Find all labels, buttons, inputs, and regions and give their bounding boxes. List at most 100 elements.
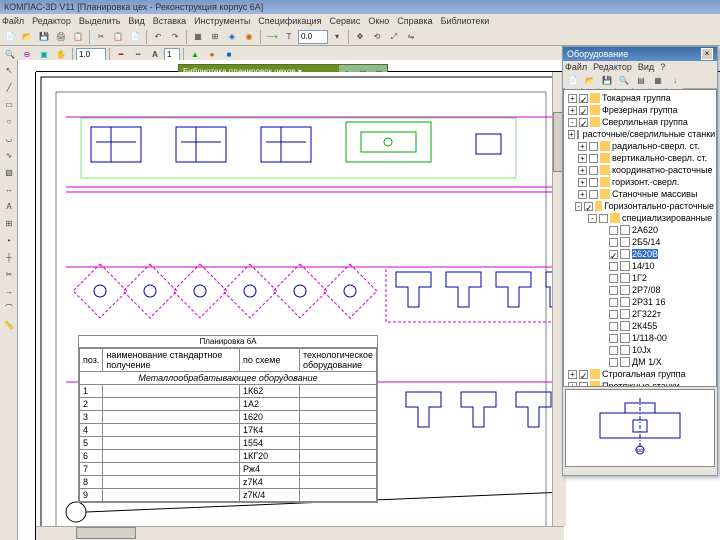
menu-service[interactable]: Сервис xyxy=(330,16,361,26)
expand-icon[interactable]: + xyxy=(578,154,587,163)
checkbox[interactable] xyxy=(589,190,598,199)
tree-item[interactable]: -✓Сверлильная группа xyxy=(566,116,714,128)
checkbox[interactable]: ✓ xyxy=(579,370,588,379)
tree-item[interactable]: 1Г2 xyxy=(566,272,714,284)
tree-item[interactable]: 14/10 xyxy=(566,260,714,272)
expand-icon[interactable]: + xyxy=(578,190,587,199)
checkbox[interactable] xyxy=(609,322,618,331)
expand-icon[interactable]: + xyxy=(578,166,587,175)
tree-item[interactable]: +✓Токарная группа xyxy=(566,92,714,104)
move-icon[interactable]: ✥ xyxy=(352,29,368,45)
eq-menu-file[interactable]: Файл xyxy=(565,62,587,72)
preview-icon[interactable]: 📋 xyxy=(70,29,86,45)
close-icon[interactable]: × xyxy=(701,48,713,60)
tree-item[interactable]: +Станочные массивы xyxy=(566,188,714,200)
new-icon[interactable]: 📄 xyxy=(2,29,18,45)
snap-icon[interactable]: ⊞ xyxy=(207,29,223,45)
eq-menu-edit[interactable]: Редактор xyxy=(593,62,632,72)
hatch-icon[interactable]: ▨ xyxy=(1,164,17,180)
menu-select[interactable]: Выделить xyxy=(79,16,121,26)
spline-icon[interactable]: ∿ xyxy=(1,147,17,163)
checkbox[interactable]: ✓ xyxy=(579,94,588,103)
dim-icon[interactable]: ⟶ xyxy=(264,29,280,45)
expand-icon[interactable]: + xyxy=(568,94,577,103)
checkbox[interactable] xyxy=(589,154,598,163)
menu-insert[interactable]: Вставка xyxy=(153,16,186,26)
menu-window[interactable]: Окно xyxy=(368,16,389,26)
checkbox[interactable] xyxy=(609,358,618,367)
rotate-icon[interactable]: ⟲ xyxy=(369,29,385,45)
expand-icon[interactable]: + xyxy=(578,178,587,187)
dropdown-icon[interactable]: ▾ xyxy=(329,29,345,45)
point-icon[interactable]: • xyxy=(1,232,17,248)
grid-icon[interactable]: ▦ xyxy=(190,29,206,45)
table-row[interactable]: 51554 xyxy=(80,437,377,450)
menu-edit[interactable]: Редактор xyxy=(32,16,71,26)
value-input[interactable] xyxy=(298,30,328,44)
checkbox[interactable] xyxy=(609,226,618,235)
expand-icon[interactable]: - xyxy=(575,202,582,211)
mirror-icon[interactable]: ⇋ xyxy=(403,29,419,45)
axis-icon[interactable]: ┼ xyxy=(1,249,17,265)
layer-icon[interactable]: ◈ xyxy=(224,29,240,45)
table-row[interactable]: 11К62 xyxy=(80,385,377,398)
tree-item[interactable]: -специализированные xyxy=(566,212,714,224)
menu-libs[interactable]: Библиотеки xyxy=(441,16,490,26)
tree-item[interactable]: ✓2620В xyxy=(566,248,714,260)
eq-open-icon[interactable]: 📂 xyxy=(582,73,598,89)
equipment-panel[interactable]: Оборудование × Файл Редактор Вид ? 📄 📂 💾… xyxy=(562,46,718,476)
cut-icon[interactable]: ✂ xyxy=(93,29,109,45)
tree-item[interactable]: 2А620 xyxy=(566,224,714,236)
checkbox[interactable] xyxy=(609,334,618,343)
tree-item[interactable]: +расточные/сверлильные станки xyxy=(566,128,714,140)
tree-item[interactable]: +радиально-сверл. ст. xyxy=(566,140,714,152)
menu-view[interactable]: Вид xyxy=(128,16,144,26)
print-icon[interactable]: 🖨 xyxy=(53,29,69,45)
checkbox[interactable] xyxy=(609,238,618,247)
expand-icon[interactable]: + xyxy=(568,370,577,379)
eq-menu-help[interactable]: ? xyxy=(660,62,665,72)
checkbox[interactable] xyxy=(609,262,618,271)
tree-item[interactable]: 2Р31 16 xyxy=(566,296,714,308)
checkbox[interactable] xyxy=(609,298,618,307)
menu-spec[interactable]: Спецификация xyxy=(258,16,321,26)
eq-find-icon[interactable]: 🔍 xyxy=(616,73,632,89)
menu-file[interactable]: Файл xyxy=(2,16,24,26)
eq-insert-icon[interactable]: ↓ xyxy=(667,73,683,89)
paste-icon[interactable]: 📄 xyxy=(127,29,143,45)
line-icon[interactable]: ╱ xyxy=(1,79,17,95)
table-row[interactable]: 31620 xyxy=(80,411,377,424)
tree-item[interactable]: +координатно-расточные xyxy=(566,164,714,176)
table-row[interactable]: 7Рж4 xyxy=(80,463,377,476)
tree-item[interactable]: +✓Фрезерная группа xyxy=(566,104,714,116)
rect-icon[interactable]: ▭ xyxy=(1,96,17,112)
eq-view2-icon[interactable]: ▦ xyxy=(650,73,666,89)
expand-icon[interactable]: - xyxy=(588,214,597,223)
eq-menu-view[interactable]: Вид xyxy=(638,62,654,72)
text-icon[interactable]: T xyxy=(281,29,297,45)
menu-help[interactable]: Справка xyxy=(397,16,432,26)
trim-icon[interactable]: ✂ xyxy=(1,266,17,282)
menu-tools[interactable]: Инструменты xyxy=(194,16,250,26)
fillet-icon[interactable]: ⌒ xyxy=(1,300,17,316)
eq-view1-icon[interactable]: ▤ xyxy=(633,73,649,89)
expand-icon[interactable]: - xyxy=(568,118,577,127)
tree-item[interactable]: +Протяжные станки xyxy=(566,380,714,387)
checkbox[interactable]: ✓ xyxy=(579,106,588,115)
tree-item[interactable]: +вертикально-сверл. ст. xyxy=(566,152,714,164)
checkbox[interactable] xyxy=(609,346,618,355)
table-row[interactable]: 61КГ20 xyxy=(80,450,377,463)
checkbox[interactable] xyxy=(589,178,598,187)
undo-icon[interactable]: ↶ xyxy=(150,29,166,45)
table-row[interactable]: 9z7К/4 xyxy=(80,489,377,502)
checkbox[interactable] xyxy=(609,286,618,295)
open-icon[interactable]: 📂 xyxy=(19,29,35,45)
checkbox[interactable] xyxy=(589,142,598,151)
checkbox[interactable] xyxy=(579,382,588,388)
text2-icon[interactable]: A xyxy=(1,198,17,214)
equipment-panel-titlebar[interactable]: Оборудование × xyxy=(563,47,717,61)
tree-item[interactable]: 2К455 xyxy=(566,320,714,332)
spec-table-panel[interactable]: Планировка 6А поз. наименование стандарт… xyxy=(78,335,378,503)
horizontal-scrollbar[interactable] xyxy=(36,526,564,540)
tree-item[interactable]: +горизонт.-сверл. xyxy=(566,176,714,188)
